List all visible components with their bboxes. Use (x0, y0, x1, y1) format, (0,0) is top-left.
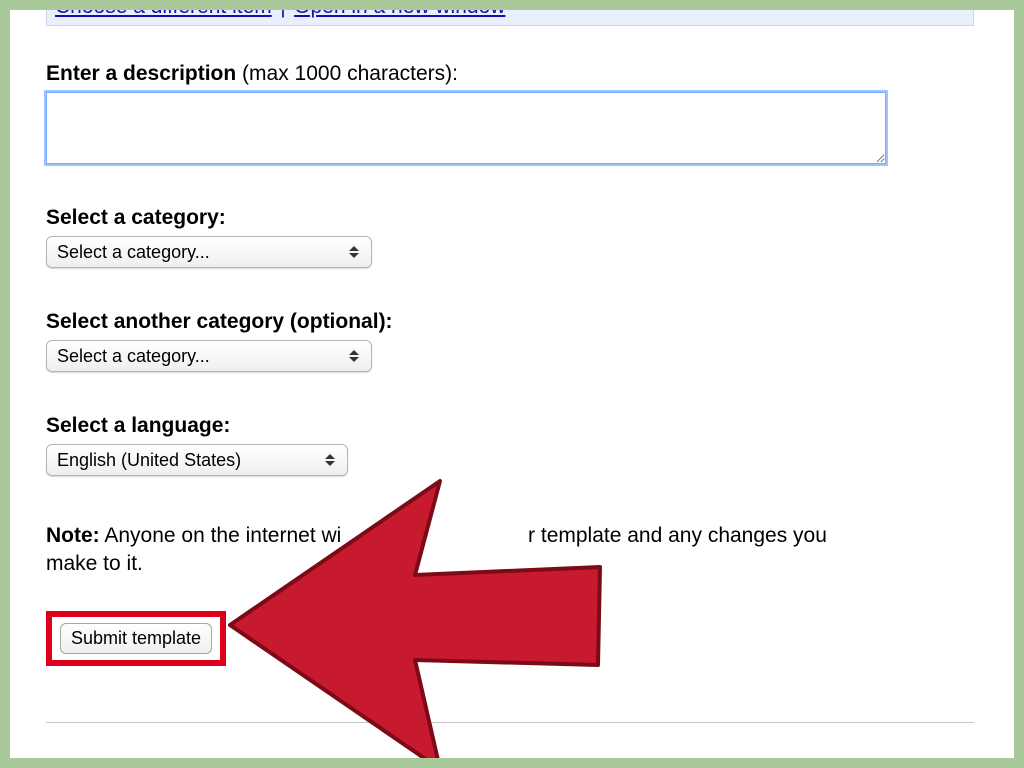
category-block: Select a category: Select a category... (46, 206, 974, 268)
description-textarea[interactable] (46, 92, 886, 164)
language-select-value: English (United States) (57, 450, 241, 470)
description-block: Enter a description (max 1000 characters… (46, 62, 974, 164)
category-select[interactable]: Select a category... (46, 236, 372, 268)
separator: | (276, 10, 289, 18)
category2-select[interactable]: Select a category... (46, 340, 372, 372)
description-label-bold: Enter a description (46, 62, 236, 85)
description-label-rest: (max 1000 characters): (236, 62, 458, 85)
choose-different-item-link[interactable]: Choose a different item (55, 10, 272, 18)
annotation-arrow-icon (220, 475, 660, 758)
screenshot-frame: Choose a different item | Open in a new … (0, 0, 1024, 768)
chevron-updown-icon (347, 341, 361, 371)
open-new-window-link[interactable]: Open in a new window (294, 10, 505, 18)
category2-select-value: Select a category... (57, 346, 210, 366)
category-label: Select a category: (46, 206, 974, 230)
note-bold: Note: (46, 524, 100, 547)
submit-template-button[interactable]: Submit template (60, 623, 212, 654)
description-label: Enter a description (max 1000 characters… (46, 62, 974, 86)
chevron-updown-icon (323, 445, 337, 475)
language-select[interactable]: English (United States) (46, 444, 348, 476)
language-label: Select a language: (46, 414, 974, 438)
divider (46, 722, 974, 723)
language-block: Select a language: English (United State… (46, 414, 974, 476)
chevron-updown-icon (347, 237, 361, 267)
category2-block: Select another category (optional): Sele… (46, 310, 974, 372)
category-select-value: Select a category... (57, 242, 210, 262)
note-before: Anyone on the internet wi (100, 524, 342, 547)
page: Choose a different item | Open in a new … (10, 10, 1014, 758)
category2-label: Select another category (optional): (46, 310, 974, 334)
info-bar: Choose a different item | Open in a new … (46, 10, 974, 26)
submit-highlight-box: Submit template (46, 611, 226, 666)
note-text: Note: Anyone on the internet wi r templa… (46, 522, 876, 579)
